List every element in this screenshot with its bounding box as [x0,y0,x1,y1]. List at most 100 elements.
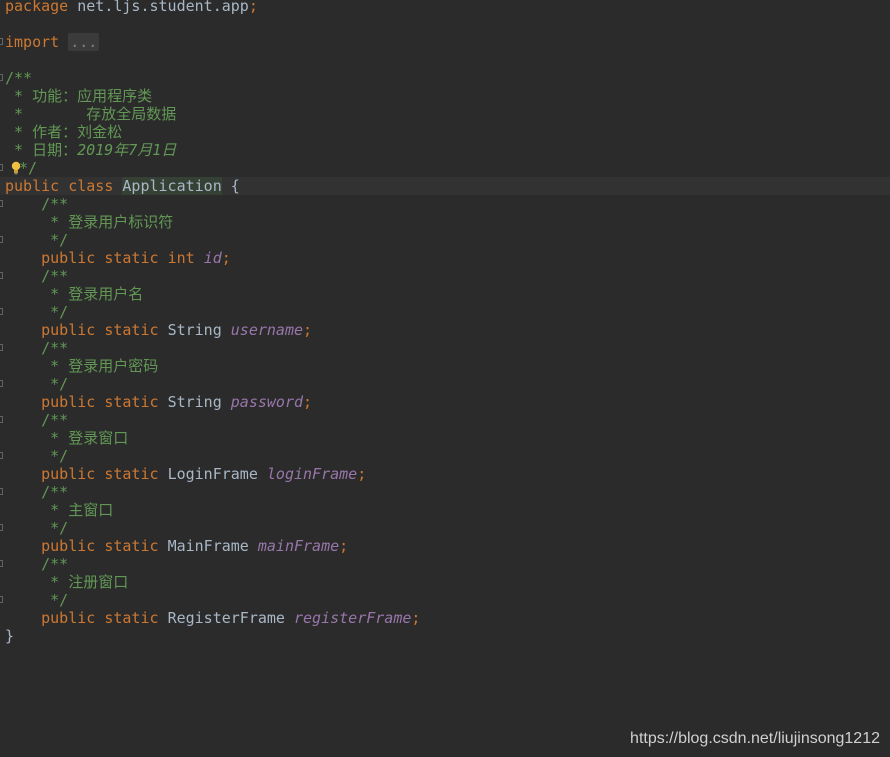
semicolon: ; [357,465,367,483]
fold-marker-icon[interactable] [0,524,3,531]
class-doc-date-prefix: * 日期： [5,141,78,159]
fold-marker-icon[interactable] [0,308,3,315]
keyword-public: public [41,465,96,483]
field-name: loginFrame [266,465,358,483]
code-line-doc[interactable]: * 主窗口 [0,501,890,519]
code-line-field-declaration[interactable]: public static LoginFrame loginFrame; [0,465,890,483]
code-line-package[interactable]: package net.ljs.student.app; [0,0,890,15]
code-line-doc-open[interactable]: /** [0,555,890,573]
code-line-doc-open[interactable]: /** [0,267,890,285]
code-line-doc-open[interactable]: /** [0,195,890,213]
field-doc-line: * 主窗口 [41,501,114,519]
code-line-class-declaration[interactable]: public class Application { [0,177,890,195]
doc-comment-close: */ [50,591,69,609]
code-line-doc-close[interactable]: */ [0,159,890,177]
keyword-public: public [41,249,96,267]
code-line-field-declaration[interactable]: public static MainFrame mainFrame; [0,537,890,555]
code-line-doc[interactable]: * 登录用户密码 [0,357,890,375]
doc-comment-open: /** [41,411,69,429]
semicolon: ; [411,609,421,627]
code-line-doc[interactable]: * 日期：2019年7月1日 [0,141,890,159]
field-doc-line: * 登录用户标识符 [41,213,174,231]
folded-imports[interactable]: ... [68,33,100,51]
code-line-doc[interactable]: * 登录窗口 [0,429,890,447]
fold-marker-icon[interactable] [0,38,3,45]
code-line-doc-open[interactable]: /** [0,483,890,501]
field-doc-line: * 登录用户密码 [41,357,159,375]
doc-comment-close: */ [50,231,69,249]
code-line-field-declaration[interactable]: public static String password; [0,393,890,411]
class-doc-date: 2019年7月1日 [77,141,177,159]
code-line-doc-open[interactable]: /** [0,339,890,357]
open-brace: { [221,177,240,195]
semicolon: ; [339,537,349,555]
watermark: https://blog.csdn.net/liujinsong1212 [630,730,880,747]
fold-marker-icon[interactable] [0,596,3,603]
code-line-doc-close[interactable]: */ [0,231,890,249]
doc-comment-close: */ [50,519,69,537]
code-line-doc[interactable]: * 登录用户名 [0,285,890,303]
package-name: net.ljs.student.app [77,0,249,15]
keyword-static: static [104,465,159,483]
doc-comment-open: /** [5,69,33,87]
code-line-doc[interactable]: * 登录用户标识符 [0,213,890,231]
code-editor[interactable]: package net.ljs.student.app; import ... … [0,0,890,645]
code-line-doc[interactable]: * 存放全局数据 [0,105,890,123]
doc-comment-open: /** [41,267,69,285]
field-list: /** * 登录用户标识符 */ public static int id; /… [0,195,890,627]
code-line-empty[interactable] [0,51,890,69]
code-line-doc-open[interactable]: /** [0,411,890,429]
keyword-public: public [5,177,60,195]
semicolon: ; [303,393,313,411]
keyword-public: public [41,537,96,555]
fold-marker-icon[interactable] [0,380,3,387]
code-line-doc-open[interactable]: /** [0,69,890,87]
code-line-import[interactable]: import ... [0,33,890,51]
lightbulb-icon[interactable] [11,161,21,175]
fold-marker-icon[interactable] [0,344,3,351]
code-line-field-declaration[interactable]: public static RegisterFrame registerFram… [0,609,890,627]
keyword-import: import [5,33,60,51]
code-line-doc-close[interactable]: */ [0,591,890,609]
fold-marker-icon[interactable] [0,236,3,243]
field-doc-line: * 登录窗口 [41,429,129,447]
keyword-package: package [5,0,69,15]
code-line-doc-close[interactable]: */ [0,519,890,537]
code-line-field-declaration[interactable]: public static int id; [0,249,890,267]
field-name: password [230,393,304,411]
field-type: LoginFrame [167,465,258,483]
semicolon: ; [221,249,231,267]
keyword-static: static [104,321,159,339]
keyword-static: static [104,609,159,627]
doc-comment-open: /** [41,339,69,357]
field-type: MainFrame [167,537,249,555]
fold-marker-icon[interactable] [0,74,3,81]
code-line-doc-close[interactable]: */ [0,375,890,393]
fold-marker-icon[interactable] [0,488,3,495]
code-line-doc[interactable]: * 功能：应用程序类 [0,87,890,105]
fold-marker-icon[interactable] [0,272,3,279]
code-line-doc[interactable]: * 注册窗口 [0,573,890,591]
fold-marker-icon[interactable] [0,560,3,567]
code-line-doc-close[interactable]: */ [0,303,890,321]
fold-marker-icon[interactable] [0,416,3,423]
fold-marker-icon[interactable] [0,200,3,207]
fold-marker-icon[interactable] [0,452,3,459]
class-doc-line: * 作者：刘金松 [5,123,123,141]
keyword-class: class [68,177,114,195]
field-doc-line: * 注册窗口 [41,573,129,591]
doc-comment-close: */ [19,159,38,177]
code-line-doc-close[interactable]: */ [0,447,890,465]
keyword-static: static [104,537,159,555]
field-name: mainFrame [257,537,340,555]
fold-marker-icon[interactable] [0,164,3,171]
code-line-close-brace[interactable]: } [0,627,890,645]
code-line-field-declaration[interactable]: public static String username; [0,321,890,339]
code-line-doc[interactable]: * 作者：刘金松 [0,123,890,141]
keyword-public: public [41,321,96,339]
keyword-static: static [104,393,159,411]
code-line-empty[interactable] [0,15,890,33]
doc-comment-close: */ [50,303,69,321]
doc-comment-open: /** [41,555,69,573]
class-doc-line: * 存放全局数据 [5,105,177,123]
